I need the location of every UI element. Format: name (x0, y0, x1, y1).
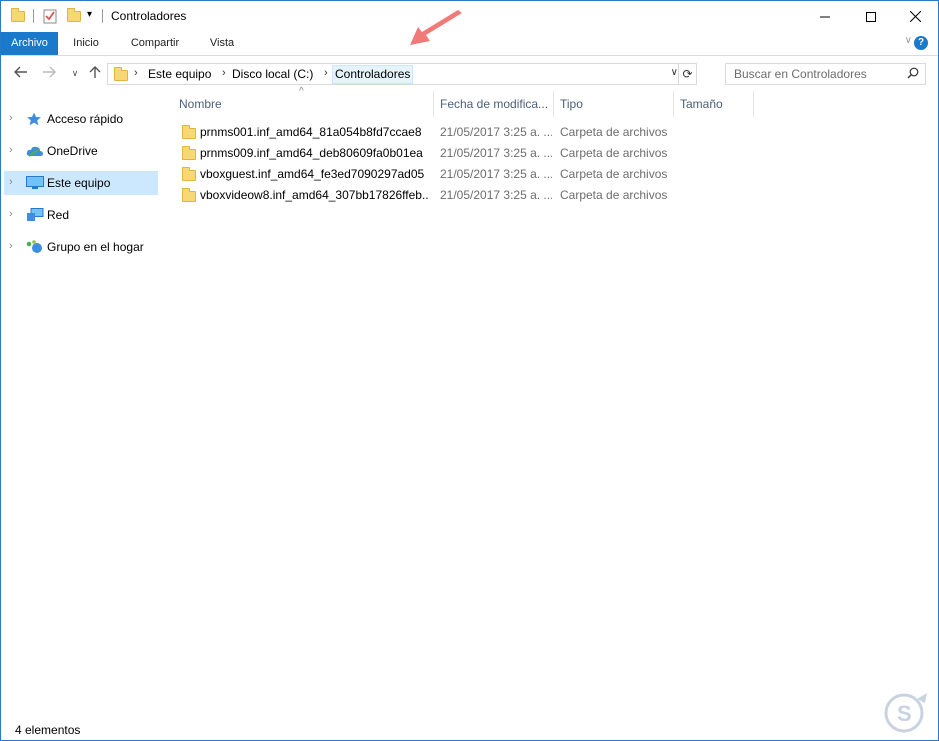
navigation-bar: ∨ › Este equipo › Disco local (C:) › Con… (1, 56, 938, 91)
file-name: vboxguest.inf_amd64_fe3ed7090297ad05 (200, 167, 425, 181)
file-row[interactable]: prnms001.inf_amd64_81a054b8fd7ccae8 21/0… (176, 122, 926, 143)
search-icon[interactable] (907, 67, 919, 82)
tab-inicio[interactable]: Inicio (61, 32, 111, 55)
sidebar-item-label: Acceso rápido (47, 112, 124, 126)
file-list: ^ Nombre Fecha de modifica... Tipo Tamañ… (166, 86, 936, 711)
separator (102, 9, 103, 23)
sidebar-item-onedrive[interactable]: › OneDrive (4, 139, 158, 163)
breadcrumb-disco-local[interactable]: Disco local (C:) (232, 67, 313, 81)
column-divider[interactable] (553, 91, 554, 117)
expand-ribbon-icon[interactable]: ∨ (905, 35, 912, 46)
column-header-date[interactable]: Fecha de modifica... (440, 97, 548, 111)
minimize-button[interactable] (802, 1, 848, 32)
customize-toolbar-icon[interactable]: ▾ (87, 9, 92, 26)
sidebar-item-red[interactable]: › Red (4, 203, 158, 227)
separator (33, 9, 34, 23)
breadcrumb-controladores[interactable]: Controladores (332, 65, 414, 84)
close-button[interactable] (892, 1, 938, 32)
recent-locations-icon[interactable]: ∨ (67, 65, 83, 81)
file-date: 21/05/2017 3:25 a. ... (440, 167, 552, 181)
forward-button[interactable] (41, 65, 57, 81)
column-header-size[interactable]: Tamaño (680, 97, 723, 111)
up-button[interactable] (87, 65, 103, 81)
file-row[interactable]: prnms009.inf_amd64_deb80609fa0b01ea 21/0… (176, 143, 926, 164)
cloud-icon (26, 144, 43, 158)
expand-chevron-icon[interactable]: › (9, 112, 13, 124)
folder-icon (11, 8, 25, 28)
annotation-arrow-icon (410, 10, 462, 45)
properties-icon[interactable] (43, 8, 57, 25)
address-bar[interactable]: › Este equipo › Disco local (C:) › Contr… (107, 63, 697, 85)
monitor-icon (26, 176, 44, 190)
folder-icon (182, 146, 196, 160)
column-header-name[interactable]: Nombre (179, 97, 222, 111)
file-type: Carpeta de archivos (560, 146, 668, 160)
breadcrumb-separator[interactable]: › (324, 67, 328, 79)
column-divider[interactable] (433, 91, 434, 117)
file-date: 21/05/2017 3:25 a. ... (440, 146, 552, 160)
file-date: 21/05/2017 3:25 a. ... (440, 125, 552, 139)
search-box[interactable]: Buscar en Controladores (725, 63, 926, 85)
tab-vista[interactable]: Vista (199, 32, 245, 55)
title-bar: ▾ Controladores (1, 1, 938, 32)
sort-ascending-icon: ^ (299, 86, 304, 97)
sidebar-item-acceso-rapido[interactable]: › Acceso rápido (4, 107, 158, 131)
column-divider[interactable] (753, 91, 754, 117)
file-row[interactable]: vboxguest.inf_amd64_fe3ed7090297ad05 21/… (176, 164, 926, 185)
breadcrumb-este-equipo[interactable]: Este equipo (148, 67, 211, 81)
tab-compartir[interactable]: Compartir (119, 32, 191, 55)
homegroup-icon (26, 240, 42, 254)
expand-chevron-icon[interactable]: › (9, 144, 13, 156)
sidebar-item-este-equipo[interactable]: › Este equipo (4, 171, 158, 195)
file-name: prnms009.inf_amd64_deb80609fa0b01ea (200, 146, 423, 160)
tab-archivo[interactable]: Archivo (1, 32, 58, 55)
window-title: Controladores (111, 9, 187, 23)
breadcrumb-separator: › (134, 67, 138, 79)
file-date: 21/05/2017 3:25 a. ... (440, 188, 552, 202)
file-row[interactable]: vboxvideow8.inf_amd64_307bb17826ffeb... … (176, 185, 926, 206)
expand-chevron-icon[interactable]: › (9, 208, 13, 220)
expand-chevron-icon[interactable]: › (9, 240, 13, 252)
search-input[interactable]: Buscar en Controladores (734, 67, 867, 81)
refresh-button[interactable]: ⟳ (678, 64, 696, 84)
folder-icon (182, 125, 196, 139)
maximize-button[interactable] (848, 1, 894, 32)
sidebar-item-label: Este equipo (47, 176, 111, 190)
explorer-window: ▾ Controladores Archivo Inicio Compartir… (0, 0, 939, 741)
sidebar-item-label: Grupo en el hogar (47, 240, 144, 254)
new-folder-icon[interactable] (67, 8, 81, 28)
file-name: prnms001.inf_amd64_81a054b8fd7ccae8 (200, 125, 422, 139)
folder-icon (114, 67, 128, 81)
sidebar-item-label: Red (47, 208, 70, 222)
folder-icon (182, 167, 196, 181)
sidebar-item-grupo-hogar[interactable]: › Grupo en el hogar (4, 235, 158, 259)
file-name: vboxvideow8.inf_amd64_307bb17826ffeb... (200, 188, 428, 202)
navigation-pane: › Acceso rápido › OneDrive › Este equipo… (1, 91, 166, 711)
status-item-count: 4 elementos (15, 723, 81, 737)
breadcrumb-separator[interactable]: › (222, 67, 226, 79)
back-button[interactable] (13, 65, 29, 81)
star-icon (26, 112, 42, 126)
folder-icon (182, 188, 196, 202)
file-type: Carpeta de archivos (560, 125, 668, 139)
watermark-logo-icon: S (884, 693, 927, 733)
address-dropdown-icon[interactable]: ∨ (671, 67, 678, 78)
file-type: Carpeta de archivos (560, 188, 668, 202)
column-divider[interactable] (673, 91, 674, 117)
network-icon (26, 208, 44, 222)
svg-text:S: S (897, 701, 912, 726)
file-type: Carpeta de archivos (560, 167, 668, 181)
ribbon-tabs: Archivo Inicio Compartir Vista ∨ ? (1, 32, 938, 56)
expand-chevron-icon[interactable]: › (9, 176, 13, 188)
sidebar-item-label: OneDrive (47, 144, 98, 158)
help-icon[interactable]: ? (914, 36, 928, 50)
column-header-type[interactable]: Tipo (560, 97, 583, 111)
